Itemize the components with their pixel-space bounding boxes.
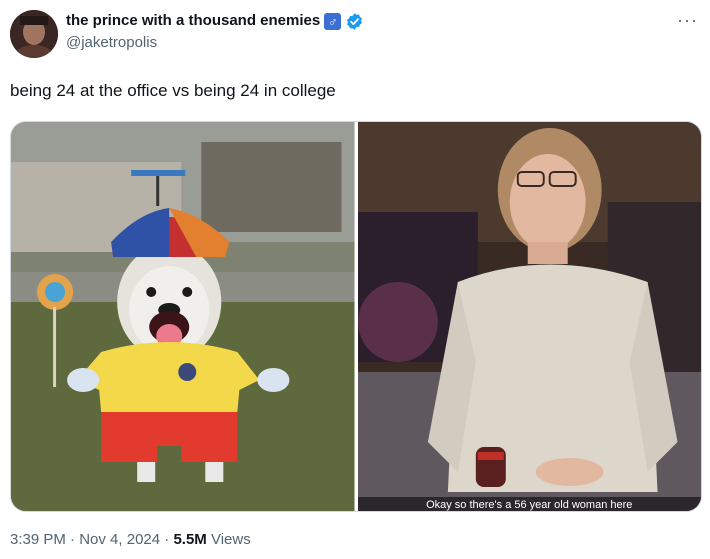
tweet-media[interactable]: Okay so there's a 56 year old woman here <box>10 121 702 512</box>
views-label: Views <box>210 531 251 548</box>
tweet-text: being 24 at the office vs being 24 in co… <box>10 81 336 100</box>
views-count[interactable]: 5.5M <box>173 531 206 548</box>
media-right-image[interactable]: Okay so there's a 56 year old woman here <box>357 122 701 511</box>
tweet-meta: 3:39 PM · Nov 4, 2024 · 5.5M Views <box>10 531 251 548</box>
author-name-row: the prince with a thousand enemies ♂ <box>66 11 364 31</box>
dog-costume-image <box>11 122 355 511</box>
avatar[interactable] <box>10 10 58 58</box>
tweet-time[interactable]: 3:39 PM <box>10 531 66 548</box>
woman-at-party-image <box>357 122 701 511</box>
video-caption: Okay so there's a 56 year old woman here <box>357 497 701 511</box>
more-options-icon[interactable]: ··· <box>677 10 698 31</box>
male-sign-icon: ♂ <box>324 12 342 30</box>
tweet-date[interactable]: Nov 4, 2024 <box>79 531 160 548</box>
meta-separator: · <box>164 531 170 548</box>
meta-separator: · <box>70 531 76 548</box>
verified-badge-icon[interactable] <box>345 12 364 31</box>
avatar-image <box>10 10 58 58</box>
author-handle[interactable]: @jaketropolis <box>66 34 157 51</box>
author-display-name[interactable]: the prince with a thousand enemies <box>66 11 320 31</box>
media-left-image[interactable] <box>11 122 355 511</box>
